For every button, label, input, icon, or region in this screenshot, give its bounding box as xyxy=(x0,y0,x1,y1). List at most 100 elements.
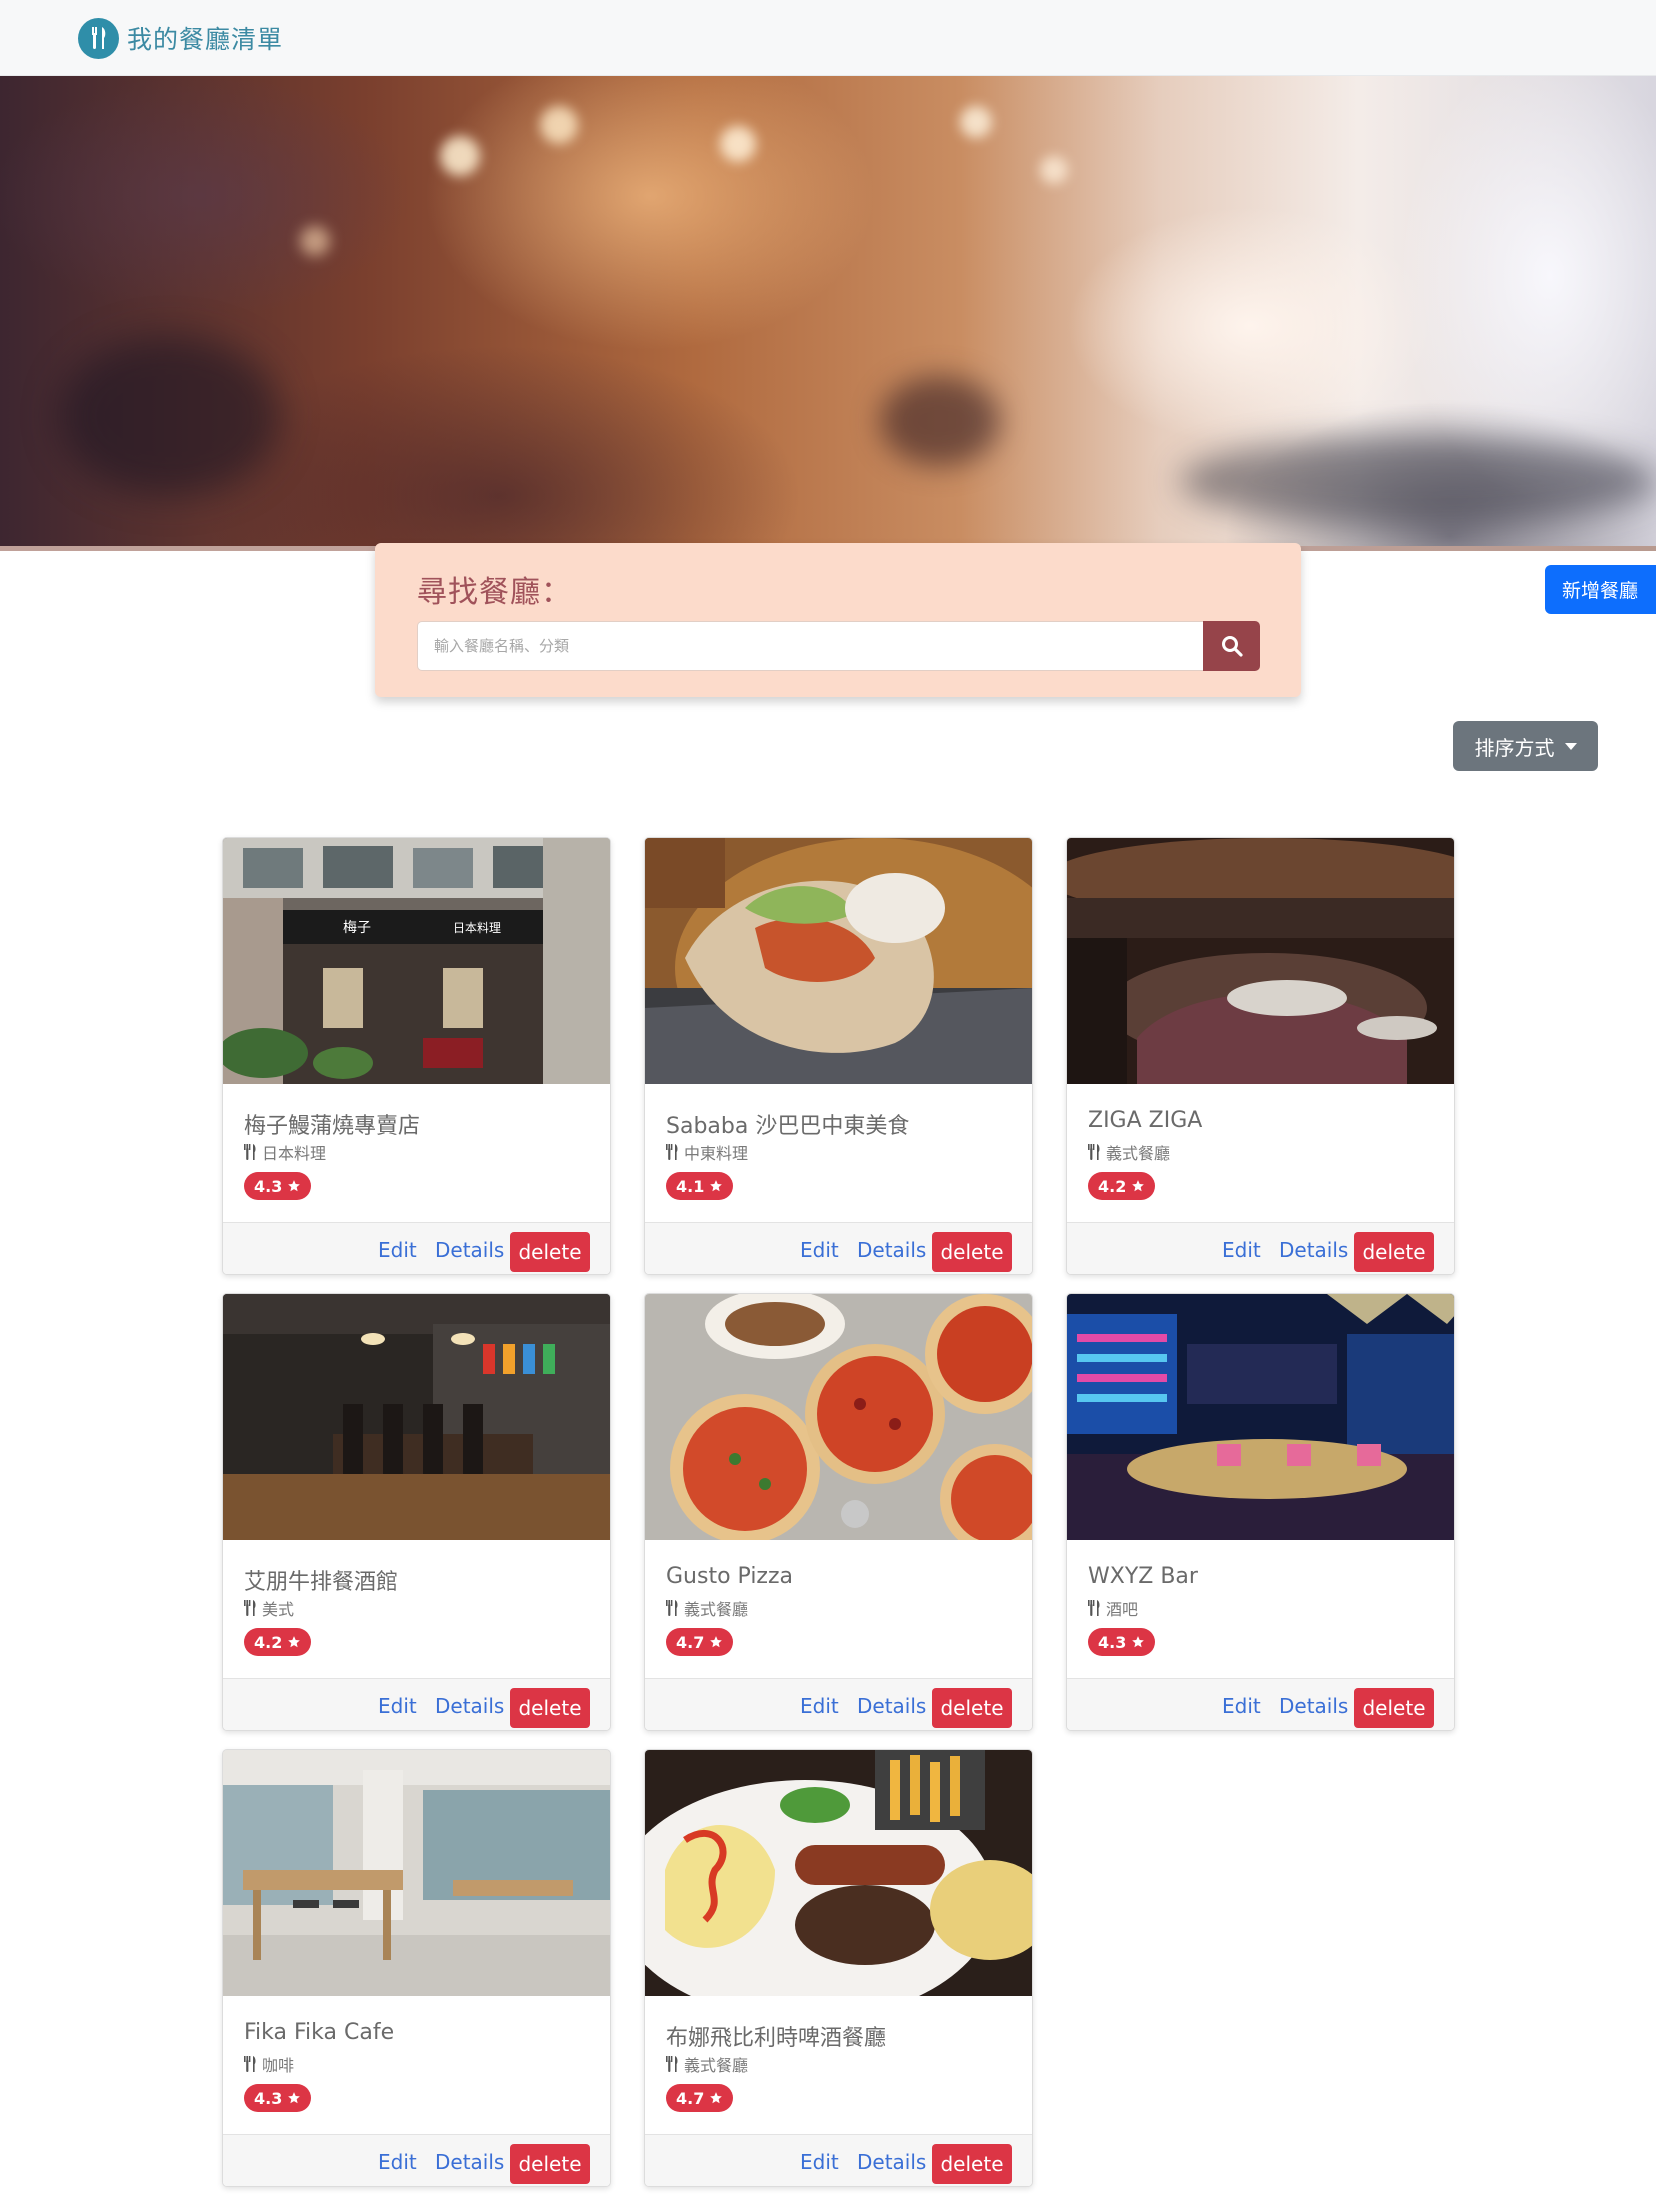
utensils-icon xyxy=(666,1144,678,1160)
details-link[interactable]: Details xyxy=(857,2145,926,2179)
rating-badge: 4.3 xyxy=(1088,1628,1156,1656)
restaurant-category: 美式 xyxy=(244,1598,294,1619)
utensils-icon xyxy=(666,1600,678,1616)
card-footer: Edit Details delete xyxy=(1067,1222,1454,1274)
restaurant-image[interactable] xyxy=(645,1294,1032,1540)
search-panel: 尋找餐廳： xyxy=(375,543,1301,697)
restaurant-card[interactable]: 梅子 日本料理 梅子鰻蒲燒專賣店 日本料理 4.3 Edit Details delete xyxy=(222,837,611,1275)
rating-value: 4.2 xyxy=(254,1632,283,1652)
restaurant-category: 義式餐廳 xyxy=(666,2054,749,2075)
star-icon xyxy=(1132,1180,1145,1192)
restaurant-category: 義式餐廳 xyxy=(666,1598,749,1619)
utensils-icon xyxy=(1088,1600,1100,1616)
edit-link[interactable]: Edit xyxy=(378,1233,417,1267)
fork-knife-icon xyxy=(78,17,119,59)
edit-link[interactable]: Edit xyxy=(378,2145,417,2179)
card-footer: Edit Details delete xyxy=(645,1222,1032,1274)
star-icon xyxy=(710,1180,723,1192)
rating-badge: 4.3 xyxy=(244,1172,312,1200)
brand-link[interactable]: 我的餐廳清單 xyxy=(78,17,284,59)
edit-link[interactable]: Edit xyxy=(1222,1233,1261,1267)
restaurant-name: Sababa 沙巴巴中東美食 xyxy=(666,1114,910,1139)
rating-badge: 4.2 xyxy=(1088,1172,1156,1200)
utensils-icon xyxy=(244,1144,256,1160)
restaurant-card[interactable]: Fika Fika Cafe 咖啡 4.3 Edit Details delete xyxy=(222,1749,611,2187)
restaurant-card[interactable]: 艾朋牛排餐酒館 美式 4.2 Edit Details delete xyxy=(222,1293,611,1731)
star-icon xyxy=(288,1180,301,1192)
restaurant-name: WXYZ Bar xyxy=(1088,1564,1198,1589)
restaurant-image[interactable] xyxy=(645,838,1032,1084)
edit-link[interactable]: Edit xyxy=(800,2145,839,2179)
star-icon xyxy=(710,2092,723,2104)
restaurant-category: 咖啡 xyxy=(244,2054,295,2075)
restaurant-name: ZIGA ZIGA xyxy=(1088,1108,1203,1133)
svg-text:日本料理: 日本料理 xyxy=(453,921,501,935)
card-footer: Edit Details delete xyxy=(645,1678,1032,1730)
rating-badge: 4.3 xyxy=(244,2084,312,2112)
restaurant-category: 酒吧 xyxy=(1088,1598,1138,1619)
restaurant-category: 中東料理 xyxy=(666,1142,749,1163)
star-icon xyxy=(288,2092,301,2104)
utensils-icon xyxy=(244,1600,256,1616)
delete-button[interactable]: delete xyxy=(932,1232,1012,1272)
add-restaurant-button[interactable]: 新增餐廳 xyxy=(1545,565,1656,614)
rating-badge: 4.2 xyxy=(244,1628,312,1656)
details-link[interactable]: Details xyxy=(857,1689,926,1723)
details-link[interactable]: Details xyxy=(435,2145,504,2179)
navbar: 我的餐廳清單 xyxy=(0,0,1656,76)
restaurant-category: 日本料理 xyxy=(244,1142,327,1163)
restaurant-card[interactable]: WXYZ Bar 酒吧 4.3 Edit Details delete xyxy=(1066,1293,1455,1731)
edit-link[interactable]: Edit xyxy=(1222,1689,1261,1723)
restaurant-card[interactable]: Sababa 沙巴巴中東美食中東料理 4.1 Edit Details delete xyxy=(644,837,1033,1275)
search-form xyxy=(417,621,1260,671)
brand-title: 我的餐廳清單 xyxy=(127,25,284,54)
details-link[interactable]: Details xyxy=(1279,1689,1348,1723)
caret-down-icon xyxy=(1564,742,1577,750)
restaurant-name: Fika Fika Cafe xyxy=(244,2020,395,2045)
category-label: 義式餐廳 xyxy=(684,1600,749,1619)
delete-button[interactable]: delete xyxy=(932,1688,1012,1728)
details-link[interactable]: Details xyxy=(435,1233,504,1267)
category-label: 中東料理 xyxy=(684,1144,749,1163)
search-input[interactable] xyxy=(417,621,1203,671)
details-link[interactable]: Details xyxy=(435,1689,504,1723)
restaurant-name: 梅子鰻蒲燒專賣店 xyxy=(244,1114,421,1139)
rating-badge: 4.7 xyxy=(666,1628,734,1656)
utensils-icon xyxy=(1088,1144,1100,1160)
delete-button[interactable]: delete xyxy=(510,1232,590,1272)
restaurant-image[interactable] xyxy=(1067,1294,1454,1540)
star-icon xyxy=(710,1636,723,1648)
star-icon xyxy=(1132,1636,1145,1648)
rating-value: 4.3 xyxy=(254,2088,283,2108)
delete-button[interactable]: delete xyxy=(932,2144,1012,2184)
category-label: 日本料理 xyxy=(262,1144,327,1163)
search-button[interactable] xyxy=(1203,621,1260,671)
delete-button[interactable]: delete xyxy=(1354,1232,1434,1272)
restaurant-image[interactable] xyxy=(1067,838,1454,1084)
restaurant-card[interactable]: ZIGA ZIGA 義式餐廳 4.2 Edit Details delete xyxy=(1066,837,1455,1275)
sort-dropdown-button[interactable]: 排序方式 xyxy=(1453,721,1598,771)
restaurant-card[interactable]: 布娜飛比利時啤酒餐廳 義式餐廳 4.7 Edit Details delete xyxy=(644,1749,1033,2187)
restaurant-image[interactable] xyxy=(645,1750,1032,1996)
restaurant-image[interactable]: 梅子 日本料理 xyxy=(223,838,610,1084)
category-label: 咖啡 xyxy=(262,2056,295,2075)
delete-button[interactable]: delete xyxy=(510,1688,590,1728)
restaurant-image[interactable] xyxy=(223,1294,610,1540)
sort-label: 排序方式 xyxy=(1474,735,1555,760)
edit-link[interactable]: Edit xyxy=(378,1689,417,1723)
category-label: 義式餐廳 xyxy=(684,2056,749,2075)
edit-link[interactable]: Edit xyxy=(800,1233,839,1267)
utensils-icon xyxy=(244,2056,256,2072)
delete-button[interactable]: delete xyxy=(510,2144,590,2184)
details-link[interactable]: Details xyxy=(857,1233,926,1267)
rating-value: 4.3 xyxy=(254,1176,283,1196)
details-link[interactable]: Details xyxy=(1279,1233,1348,1267)
hero-banner-image xyxy=(0,76,1656,551)
restaurant-category: 義式餐廳 xyxy=(1088,1142,1170,1163)
restaurant-image[interactable] xyxy=(223,1750,610,1996)
delete-button[interactable]: delete xyxy=(1354,1688,1434,1728)
card-footer: Edit Details delete xyxy=(223,1678,610,1730)
edit-link[interactable]: Edit xyxy=(800,1689,839,1723)
restaurant-card[interactable]: Gusto Pizza 義式餐廳 4.7 Edit Details delete xyxy=(644,1293,1033,1731)
rating-badge: 4.1 xyxy=(666,1172,734,1200)
